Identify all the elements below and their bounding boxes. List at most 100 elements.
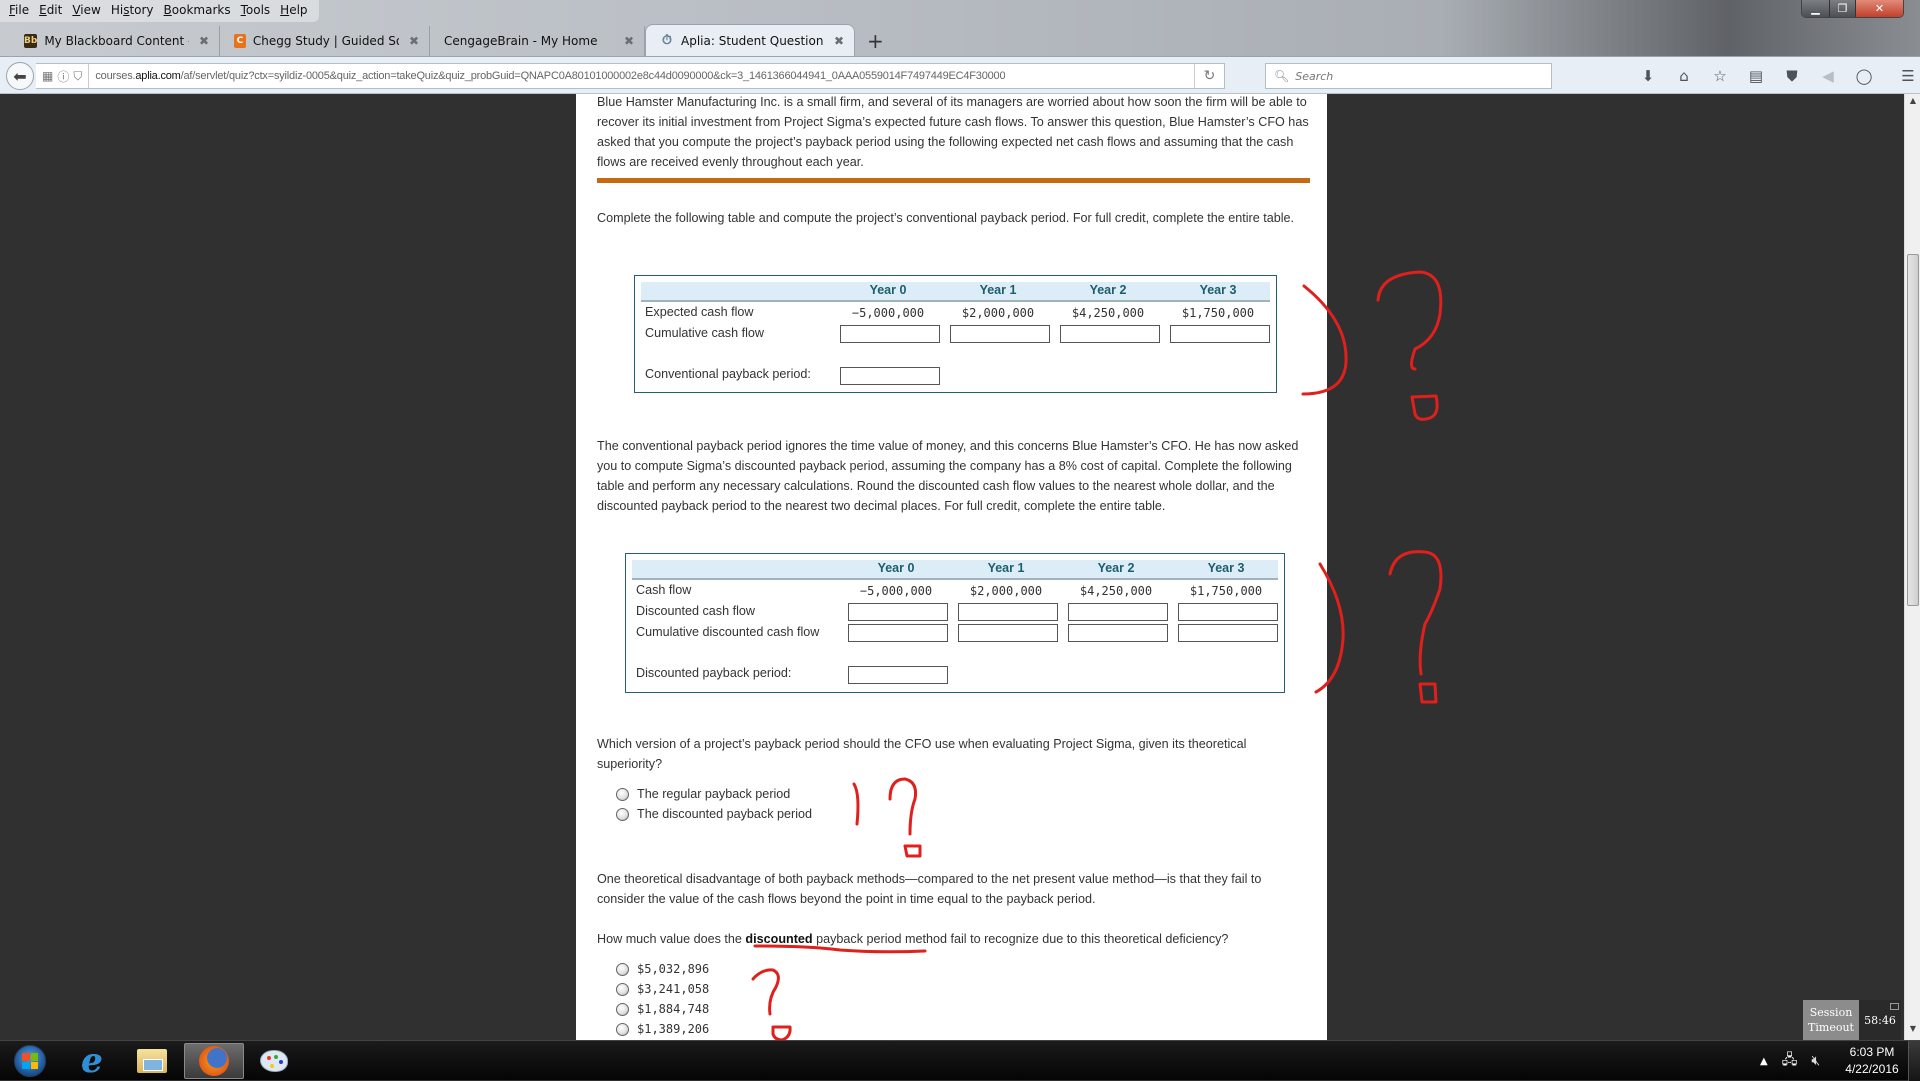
radio-button[interactable] [616, 807, 629, 821]
menu-file[interactable]: File [4, 0, 34, 22]
pocket-icon[interactable]: ⛊ [1774, 65, 1810, 87]
menu-hamburger-icon[interactable]: ☰ [1890, 65, 1920, 87]
taskbar-internet-explorer[interactable]: e [62, 1043, 122, 1079]
tab-blackboard[interactable]: Bb My Blackboard Content – ... ✖ [10, 26, 220, 56]
show-hidden-icons-arrow-icon[interactable]: ▲ [1760, 1056, 1768, 1067]
minimize-button[interactable]: ▁ [1802, 0, 1830, 17]
search-placeholder: Search [1295, 69, 1334, 83]
menu-view[interactable]: View [67, 0, 105, 22]
q2-option[interactable]: $1,389,206 [616, 1019, 709, 1039]
restore-button[interactable]: ❐ [1830, 0, 1856, 17]
menu-edit[interactable]: Edit [34, 0, 67, 22]
bookmark-star-icon[interactable]: ☆ [1702, 65, 1738, 87]
volume-muted-icon[interactable]: 🔇︎ [1811, 1053, 1820, 1069]
menu-bookmarks[interactable]: Bookmarks [159, 0, 236, 22]
back-button[interactable]: ⬅ [6, 62, 34, 90]
windows-logo-icon [14, 1045, 46, 1077]
window-titlebar: File Edit View History Bookmarks Tools H… [0, 0, 1920, 56]
close-tab-icon[interactable]: ✖ [824, 34, 844, 48]
restore-icon: ❐ [1837, 2, 1848, 15]
cumulative-cash-flow-year3-input[interactable] [1170, 325, 1270, 343]
tab-label: Chegg Study | Guided Solu... [252, 34, 399, 48]
close-tab-icon[interactable]: ✖ [399, 34, 419, 48]
radio-button[interactable] [616, 1022, 629, 1036]
menu-tools[interactable]: Tools [236, 0, 276, 22]
scrollbar-thumb[interactable] [1907, 254, 1919, 606]
tab-aplia[interactable]: ⏱ Aplia: Student Question ✖ [645, 24, 855, 56]
discounted-cash-flow-year3-input[interactable] [1178, 603, 1278, 621]
cumulative-cash-flow-year1-input[interactable] [950, 325, 1050, 343]
option-label: The discounted payback period [637, 807, 813, 821]
folder-icon [137, 1049, 167, 1073]
downloads-icon[interactable]: ⬇ [1630, 65, 1666, 87]
home-icon[interactable]: ⌂ [1666, 65, 1702, 87]
page-icon[interactable]: ▦ [42, 69, 53, 83]
menu-help[interactable]: Help [275, 0, 312, 22]
url-bar[interactable]: ▦ ⓘ ⛉ courses.aplia.com/af/servlet/quiz?… [36, 63, 1225, 89]
discounted-payback-input[interactable] [848, 666, 948, 684]
conventional-payback-label: Conventional payback period: [645, 367, 811, 381]
session-label-line2: Timeout [1808, 1021, 1854, 1034]
vertical-scrollbar[interactable]: ▲ ▼ [1904, 94, 1920, 1040]
close-window-button[interactable]: ✕ [1856, 0, 1903, 17]
q2-option[interactable]: $5,032,896 [616, 959, 709, 979]
network-icon[interactable]: 🖧︎ [1782, 1049, 1798, 1073]
discounted-cash-flow-year0-input[interactable] [848, 603, 948, 621]
discounted-payback-label: Discounted payback period: [636, 666, 792, 680]
taskbar-file-explorer[interactable] [122, 1043, 182, 1079]
radio-button[interactable] [616, 787, 629, 801]
reload-button[interactable]: ↻ [1194, 64, 1224, 88]
scroll-down-arrow-icon[interactable]: ▼ [1905, 1024, 1920, 1038]
radio-button[interactable] [616, 962, 629, 976]
search-bar[interactable]: 🔍︎ Search [1265, 63, 1552, 89]
menu-bar: File Edit View History Bookmarks Tools H… [0, 0, 319, 22]
discounted-payback-table: Year 0 Year 1 Year 2 Year 3 Cash flow −5… [625, 553, 1285, 693]
tab-cengagebrain[interactable]: CengageBrain - My Home ✖ [430, 26, 645, 56]
row-label-discounted-cash-flow: Discounted cash flow [636, 604, 756, 618]
info-icon[interactable]: ⓘ [57, 68, 69, 85]
section-divider [597, 178, 1310, 183]
q1-option-discounted[interactable]: The discounted payback period [616, 804, 812, 824]
cumulative-cash-flow-year0-input[interactable] [840, 325, 940, 343]
minimize-widget-icon[interactable] [1890, 1003, 1899, 1010]
taskbar-firefox[interactable] [184, 1043, 244, 1079]
close-tab-icon[interactable]: ✖ [189, 34, 209, 48]
menu-history[interactable]: History [106, 0, 159, 22]
url-text[interactable]: courses.aplia.com/af/servlet/quiz?ctx=sy… [89, 70, 1005, 82]
reading-list-icon[interactable]: ▤ [1738, 65, 1774, 87]
cumulative-cash-flow-year2-input[interactable] [1060, 325, 1160, 343]
chat-icon[interactable]: ◯ [1846, 65, 1882, 87]
radio-button[interactable] [616, 1002, 629, 1016]
question-mark-annotation-2 [1388, 550, 1443, 676]
cash-flow-value: $1,750,000 [1181, 306, 1255, 320]
new-tab-button[interactable]: + [855, 26, 896, 56]
col-header: Year 2 [1089, 283, 1127, 297]
q1-option-regular[interactable]: The regular payback period [616, 784, 790, 804]
q2-option[interactable]: $3,241,058 [616, 979, 709, 999]
cumulative-discounted-year1-input[interactable] [958, 624, 1058, 642]
send-icon[interactable]: ◀ [1810, 65, 1846, 87]
cumulative-discounted-year0-input[interactable] [848, 624, 948, 642]
start-button[interactable] [0, 1043, 60, 1079]
conventional-payback-input[interactable] [840, 367, 940, 385]
taskbar-paint[interactable] [244, 1043, 304, 1079]
session-time-value: 58:46 [1864, 1013, 1896, 1027]
scroll-up-arrow-icon[interactable]: ▲ [1905, 96, 1920, 110]
menu-edit-label: dit [46, 3, 63, 17]
tracking-shield-icon[interactable]: ⛉ [73, 69, 82, 84]
q2-emphasis: discounted [745, 932, 813, 946]
radio-button[interactable] [616, 982, 629, 996]
discounted-cash-flow-year2-input[interactable] [1068, 603, 1168, 621]
menu-edit-accel: E [39, 3, 47, 17]
show-desktop-button[interactable] [1908, 1041, 1920, 1081]
system-clock[interactable]: 6:03 PM 4/22/2016 [1836, 1044, 1908, 1078]
close-tab-icon[interactable]: ✖ [614, 34, 634, 48]
cumulative-discounted-year3-input[interactable] [1178, 624, 1278, 642]
clock-date: 4/22/2016 [1845, 1062, 1899, 1076]
q2-option[interactable]: $1,884,748 [616, 999, 709, 1019]
menu-help-label: elp [289, 3, 308, 17]
cumulative-discounted-year2-input[interactable] [1068, 624, 1168, 642]
discounted-cash-flow-year1-input[interactable] [958, 603, 1058, 621]
row-label-cash-flow: Cash flow [636, 583, 692, 597]
tab-chegg[interactable]: C Chegg Study | Guided Solu... ✖ [220, 26, 430, 56]
